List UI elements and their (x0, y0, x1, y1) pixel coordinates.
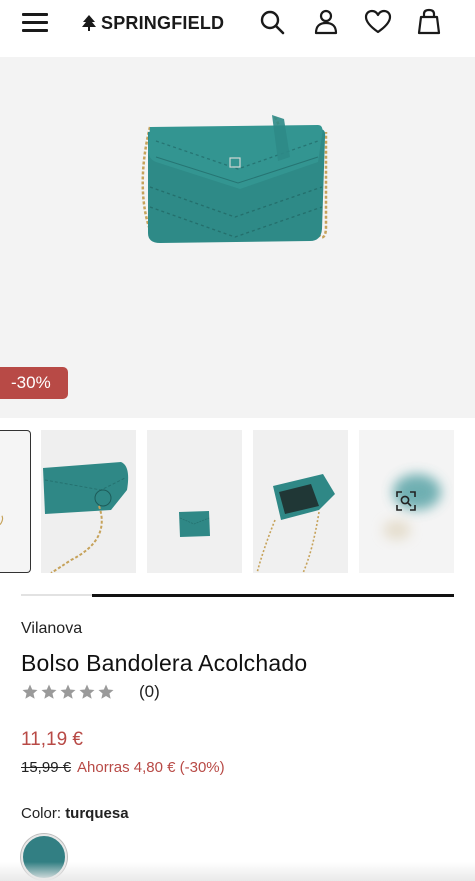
thumbnail-gallery (0, 430, 475, 573)
star-icon (22, 684, 38, 699)
savings-text: Ahorras 4,80 € (-30%) (77, 759, 225, 776)
heart-icon[interactable] (364, 8, 392, 36)
star-icon (98, 684, 114, 699)
springfield-logo[interactable]: SPRINGFIELD (80, 12, 224, 34)
review-count[interactable]: (0) (139, 682, 160, 702)
gallery-scroll-indicator[interactable] (21, 593, 454, 597)
product-brand[interactable]: Vilanova (21, 620, 82, 638)
star-icon (41, 684, 57, 699)
discount-badge: -30% (0, 367, 68, 399)
color-label-row: Color: turquesa (21, 805, 129, 822)
star-icon (79, 684, 95, 699)
gallery-scroll-thumb[interactable] (92, 593, 454, 597)
user-icon[interactable] (312, 8, 340, 36)
star-icon (60, 684, 76, 699)
rating-stars (21, 683, 115, 701)
tree-logo-icon (82, 15, 96, 31)
color-label: Color: (21, 805, 62, 822)
bag-image (141, 115, 328, 243)
hamburger-menu-icon[interactable] (22, 12, 50, 34)
product-main-image[interactable]: -30% (0, 57, 475, 418)
thumbnail-3[interactable] (147, 430, 242, 573)
thumbnail-4[interactable] (253, 430, 348, 573)
thumbnail-1[interactable] (0, 430, 31, 573)
thumbnail-5[interactable] (359, 430, 454, 573)
price-details: 15,99 € Ahorras 4,80 € (-30%) (21, 759, 225, 776)
current-price: 11,19 € (21, 729, 83, 750)
product-title: Bolso Bandolera Acolchado (21, 650, 308, 676)
product-rating[interactable]: (0) (21, 682, 160, 702)
bottom-fade (0, 862, 475, 881)
bag-icon[interactable] (415, 8, 443, 36)
search-icon[interactable] (258, 8, 286, 36)
old-price: 15,99 € (21, 759, 72, 776)
logo-text: SPRINGFIELD (101, 12, 225, 33)
zoom-search-icon[interactable] (395, 490, 417, 512)
color-name: turquesa (65, 805, 129, 822)
site-header: SPRINGFIELD (0, 0, 475, 57)
thumbnail-2[interactable] (41, 430, 136, 573)
